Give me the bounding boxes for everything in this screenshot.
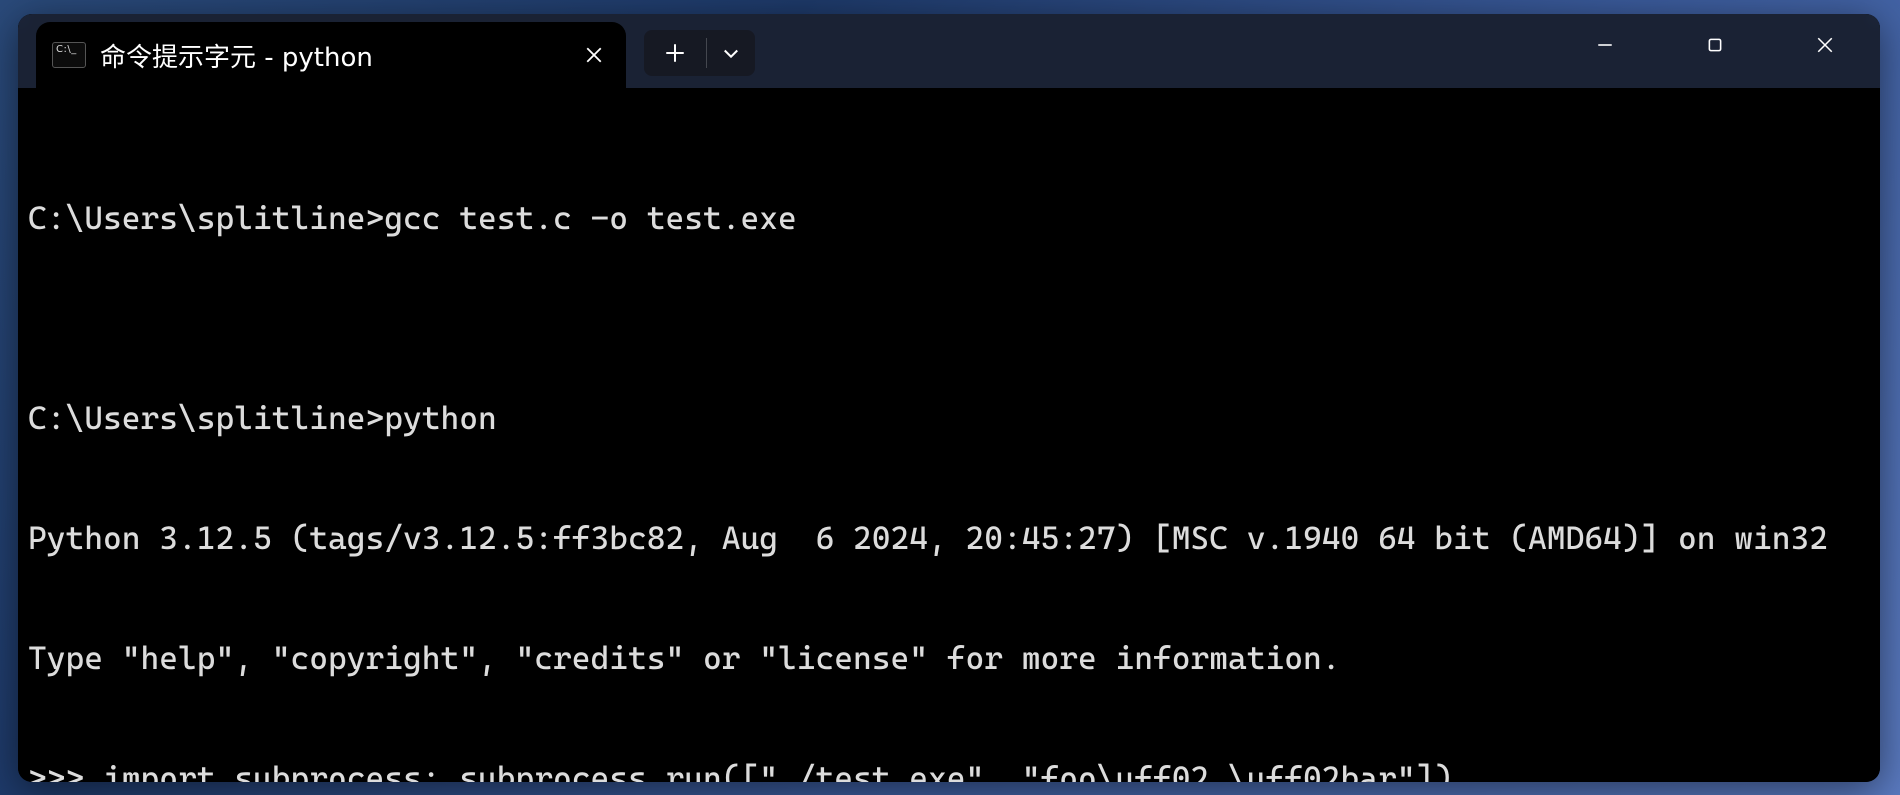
titlebar[interactable]: C:\_ 命令提示字元 - python xyxy=(18,14,1880,88)
tab-dropdown-button[interactable] xyxy=(707,30,755,76)
terminal-line: Type "help", "copyright", "credits" or "… xyxy=(28,638,1870,678)
new-tab-button[interactable] xyxy=(644,30,706,76)
tab-title: 命令提示字元 - python xyxy=(100,37,556,74)
terminal-line: Python 3.12.5 (tags/v3.12.5:ff3bc82, Aug… xyxy=(28,518,1870,558)
terminal-content[interactable]: C:\Users\splitline>gcc test.c -o test.ex… xyxy=(18,88,1880,782)
cmd-icon: C:\_ xyxy=(52,42,86,68)
close-icon xyxy=(1816,36,1834,54)
new-tab-group xyxy=(644,30,755,76)
close-icon xyxy=(585,46,603,64)
plus-icon xyxy=(665,43,685,63)
close-tab-button[interactable] xyxy=(570,31,618,79)
terminal-line: C:\Users\splitline>python xyxy=(28,398,1870,438)
terminal-window: C:\_ 命令提示字元 - python xyxy=(18,14,1880,782)
maximize-icon xyxy=(1706,36,1724,54)
terminal-line: >>> import subprocess; subprocess.run(["… xyxy=(28,758,1870,782)
minimize-button[interactable] xyxy=(1550,14,1660,76)
close-window-button[interactable] xyxy=(1770,14,1880,76)
terminal-line: C:\Users\splitline>gcc test.c -o test.ex… xyxy=(28,198,1870,238)
maximize-button[interactable] xyxy=(1660,14,1770,76)
minimize-icon xyxy=(1596,36,1614,54)
chevron-down-icon xyxy=(721,43,741,63)
caption-buttons xyxy=(1550,14,1880,76)
active-tab[interactable]: C:\_ 命令提示字元 - python xyxy=(36,22,626,88)
